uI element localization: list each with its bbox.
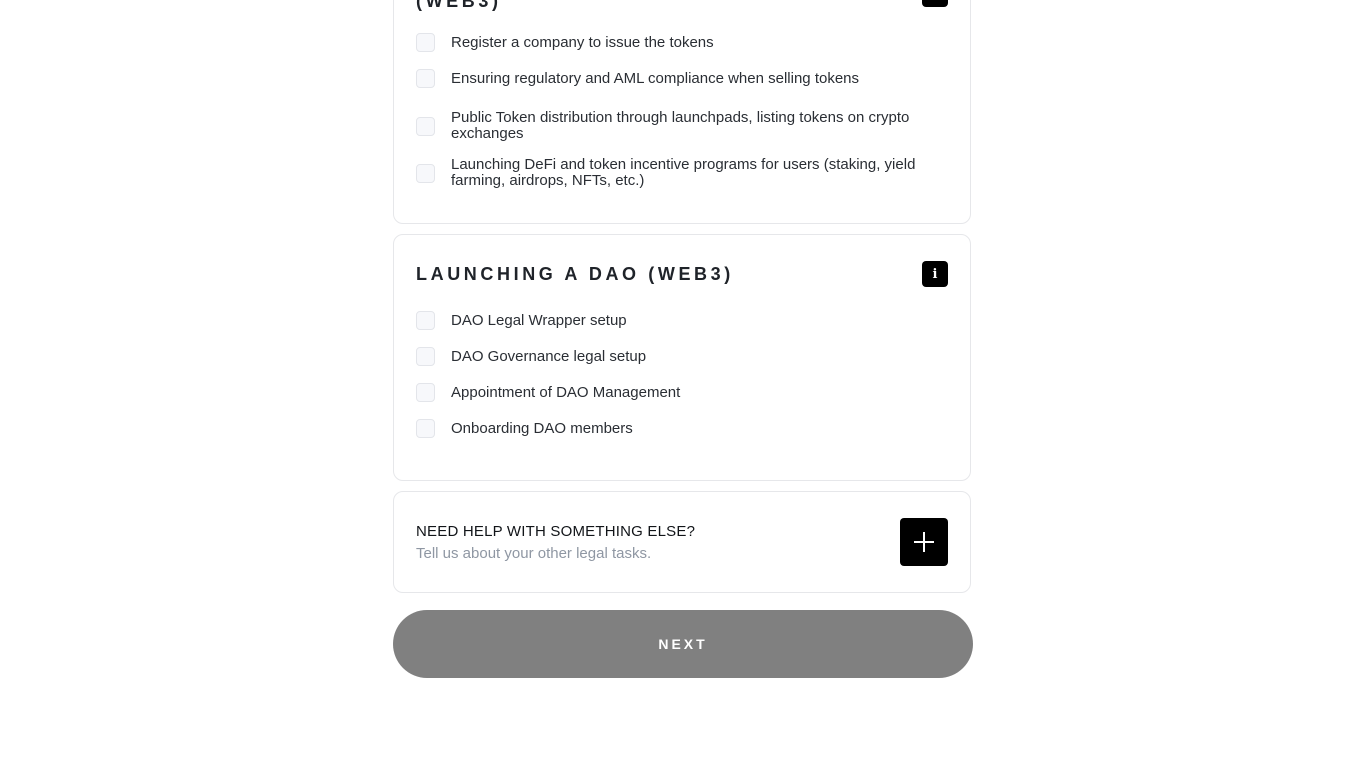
option-label: DAO Legal Wrapper setup xyxy=(451,311,627,329)
option-label: Register a company to issue the tokens xyxy=(451,33,714,51)
option-label: Public Token distribution through launch… xyxy=(451,109,910,142)
checkbox[interactable] xyxy=(416,69,435,88)
option-dao-management[interactable]: Appointment of DAO Management xyxy=(416,383,948,402)
option-dao-governance[interactable]: DAO Governance legal setup xyxy=(416,347,948,366)
token-section-title: (WEB3) xyxy=(416,0,502,11)
option-label: Launching DeFi and token incentive progr… xyxy=(451,156,916,189)
checkbox[interactable] xyxy=(416,419,435,438)
help-card: NEED HELP WITH SOMETHING ELSE? Tell us a… xyxy=(393,491,971,593)
checkbox[interactable] xyxy=(416,347,435,366)
dao-card: LAUNCHING A DAO (WEB3) i DAO Legal Wrapp… xyxy=(393,234,971,481)
option-label: Ensuring regulatory and AML compliance w… xyxy=(451,69,860,87)
help-title: NEED HELP WITH SOMETHING ELSE? xyxy=(416,523,696,540)
option-token-distribution[interactable]: Public Token distribution through launch… xyxy=(416,110,948,142)
option-defi-incentives[interactable]: Launching DeFi and token incentive progr… xyxy=(416,157,948,189)
checkbox[interactable] xyxy=(416,116,435,136)
info-icon[interactable]: i xyxy=(922,0,948,7)
checkbox[interactable] xyxy=(416,163,435,183)
option-register-company[interactable]: Register a company to issue the tokens xyxy=(416,33,948,52)
page: (WEB3) i Register a company to issue the… xyxy=(0,0,1366,768)
option-label: DAO Governance legal setup xyxy=(451,347,647,365)
token-launch-card: (WEB3) i Register a company to issue the… xyxy=(393,0,971,224)
dao-section-title: LAUNCHING A DAO (WEB3) xyxy=(416,264,734,284)
checkbox[interactable] xyxy=(416,33,435,52)
option-label: Onboarding DAO members xyxy=(451,419,633,437)
option-aml-compliance[interactable]: Ensuring regulatory and AML compliance w… xyxy=(416,69,948,88)
option-dao-onboarding[interactable]: Onboarding DAO members xyxy=(416,419,948,438)
help-subtitle: Tell us about your other legal tasks. xyxy=(416,545,652,562)
plus-icon[interactable] xyxy=(900,518,948,566)
checkbox[interactable] xyxy=(416,311,435,330)
checkbox[interactable] xyxy=(416,383,435,402)
option-label: Appointment of DAO Management xyxy=(451,383,681,401)
next-button[interactable]: NEXT xyxy=(393,610,973,678)
option-dao-legal-wrapper[interactable]: DAO Legal Wrapper setup xyxy=(416,311,948,330)
info-icon[interactable]: i xyxy=(922,261,948,287)
